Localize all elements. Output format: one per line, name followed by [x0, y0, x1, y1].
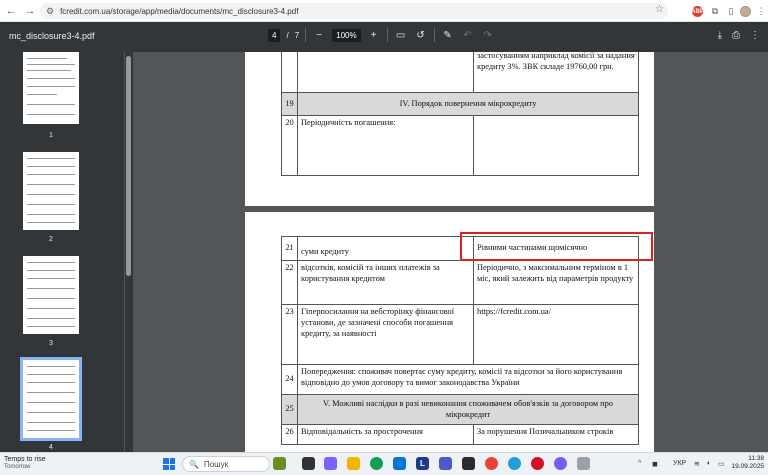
pdf-viewer: 1 2 3 4 застосуванням наприклад комісії …: [0, 52, 768, 452]
disclosure-table-top: застосуванням наприклад комісії за надан…: [281, 52, 639, 176]
edge-icon[interactable]: [370, 457, 383, 470]
pdf-page-3: застосуванням наприклад комісії за надан…: [245, 52, 654, 206]
task-view-icon[interactable]: [302, 457, 315, 470]
row-number: 22: [281, 260, 298, 305]
table-cell: суми кредиту: [297, 236, 474, 261]
thumbnail-page-2[interactable]: [23, 152, 79, 230]
row-number: 24: [281, 364, 298, 395]
page-separator: /: [286, 30, 289, 40]
row-number: 26: [281, 424, 298, 445]
volume-icon[interactable]: ◖: [706, 460, 710, 467]
extensions-icon[interactable]: ⧉: [708, 4, 722, 18]
chevron-up-icon[interactable]: ^: [638, 460, 641, 467]
battery-icon[interactable]: ▭: [718, 460, 725, 468]
adblock-icon[interactable]: ABP: [691, 6, 704, 17]
highlight-box: [460, 232, 653, 261]
pdf-filename: mc_disclosure3-4.pdf: [9, 31, 95, 41]
wifi-icon[interactable]: ≋: [694, 460, 700, 468]
zoom-input[interactable]: 100%: [332, 28, 361, 42]
divider: [433, 28, 435, 42]
section-title: IV. Порядок повернення мікрокредиту: [297, 92, 639, 116]
zoom-out-button[interactable]: −: [312, 30, 326, 41]
copilot-icon[interactable]: [324, 457, 337, 470]
table-cell: відсотків, комісій та інших платежів за …: [297, 260, 474, 305]
thumbnail-page-1[interactable]: [23, 52, 79, 124]
clock[interactable]: 11:38 19.09.2025: [731, 455, 764, 471]
thumbnail-label: 2: [49, 236, 53, 243]
app-icon[interactable]: [462, 457, 475, 470]
thumbnail-page-4[interactable]: [20, 357, 82, 441]
table-cell: Гіперпосилання на вебсторінку фінансової…: [297, 304, 474, 365]
row-number: 20: [281, 115, 298, 176]
sidebar-scrollbar[interactable]: [125, 52, 133, 452]
telegram-icon[interactable]: [508, 457, 521, 470]
back-icon[interactable]: ←: [3, 3, 19, 19]
taskbar-search[interactable]: 🔍 Пошук: [182, 456, 270, 472]
thumbnail-sidebar: 1 2 3 4: [0, 52, 124, 452]
clock-date: 19.09.2025: [731, 463, 764, 471]
row-number: 21: [281, 236, 298, 261]
redo-icon[interactable]: ↷: [481, 30, 495, 41]
chrome-icon[interactable]: [485, 457, 498, 470]
avatar-icon[interactable]: [740, 6, 751, 17]
disclosure-table-bottom: 21 суми кредиту Рівними частинами щоміся…: [281, 236, 639, 445]
opera-icon[interactable]: [531, 457, 544, 470]
clock-time: 11:38: [748, 455, 764, 462]
search-icon: 🔍: [189, 459, 199, 469]
table-cell: За порушення Позичальником строків: [473, 424, 639, 445]
row-number: 23: [281, 304, 298, 365]
weather-widget[interactable]: Temps to rise Tomorrow: [4, 456, 46, 472]
teams-icon[interactable]: [439, 457, 452, 470]
table-cell: застосуванням наприклад комісії за надан…: [473, 52, 639, 93]
fit-page-icon[interactable]: ▭: [394, 30, 408, 41]
thumbnail-label: 1: [49, 132, 53, 139]
pdf-controls: 4 / 7 − 100% + ▭ ↺ ✎ ↶ ↷: [268, 28, 495, 42]
table-cell: Попередження: споживач повертає суму кре…: [297, 364, 639, 395]
weather-title: Temps to rise: [4, 456, 46, 463]
pdf-toolbar: ≡ mc_disclosure3-4.pdf 4 / 7 − 100% + ▭ …: [0, 22, 768, 52]
thumbnail-label: 4: [49, 444, 53, 451]
download-icon[interactable]: ⤓: [718, 30, 722, 41]
app-tray-icon[interactable]: ◼: [652, 460, 658, 468]
row-number: 19: [281, 92, 298, 116]
sidebar-icon[interactable]: ▯: [724, 4, 738, 18]
table-cell: Періодичність погашення:: [297, 115, 474, 176]
table-cell: Періодично, з максимальним терміном в 1 …: [473, 260, 639, 305]
section-title: V. Можливі наслідки в разі невиконання с…: [297, 394, 639, 425]
page-total: 7: [294, 30, 300, 40]
app-icon[interactable]: [577, 457, 590, 470]
menu-icon[interactable]: ⋮: [754, 4, 768, 18]
landscape-icon[interactable]: [273, 457, 286, 470]
store-icon[interactable]: [393, 457, 406, 470]
forward-icon[interactable]: →: [22, 3, 38, 19]
table-cell: Відповідальність за прострочення: [297, 424, 474, 445]
url-text: fcredit.com.ua/storage/app/media/documen…: [60, 6, 299, 16]
page-number-input[interactable]: 4: [268, 28, 281, 42]
weather-subtitle: Tomorrow: [4, 464, 31, 471]
more-options-icon[interactable]: ⋮: [750, 30, 760, 41]
viber-icon[interactable]: [554, 457, 567, 470]
star-icon[interactable]: ☆: [655, 4, 664, 15]
annotate-icon[interactable]: ✎: [441, 30, 455, 41]
search-placeholder: Пошук: [203, 459, 229, 469]
tune-icon[interactable]: ⚙: [46, 6, 54, 17]
zoom-in-button[interactable]: +: [367, 30, 381, 41]
taskbar: Temps to rise Tomorrow 🔍 Пошук L ^ ◼ УКР…: [0, 452, 768, 475]
windows-start-icon[interactable]: [163, 458, 175, 470]
table-cell: https://fcredit.com.ua/: [473, 304, 639, 365]
language-indicator[interactable]: УКР: [673, 460, 686, 467]
thumbnail-label: 3: [49, 340, 53, 347]
print-icon[interactable]: ⎙: [732, 30, 740, 41]
thumbnail-page-3[interactable]: [23, 256, 79, 334]
browser-toolbar: ← → ⟳ ⚙ fcredit.com.ua/storage/app/media…: [0, 0, 768, 22]
lingvo-icon[interactable]: L: [416, 457, 429, 470]
divider: [386, 28, 388, 42]
row-number: 25: [281, 394, 298, 425]
undo-icon[interactable]: ↶: [461, 30, 475, 41]
rotate-icon[interactable]: ↺: [414, 30, 428, 41]
divider: [305, 28, 307, 42]
file-explorer-icon[interactable]: [347, 457, 360, 470]
address-bar[interactable]: ⚙ fcredit.com.ua/storage/app/media/docum…: [40, 3, 668, 19]
pdf-page-4: 21 суми кредиту Рівними частинами щоміся…: [245, 212, 654, 452]
